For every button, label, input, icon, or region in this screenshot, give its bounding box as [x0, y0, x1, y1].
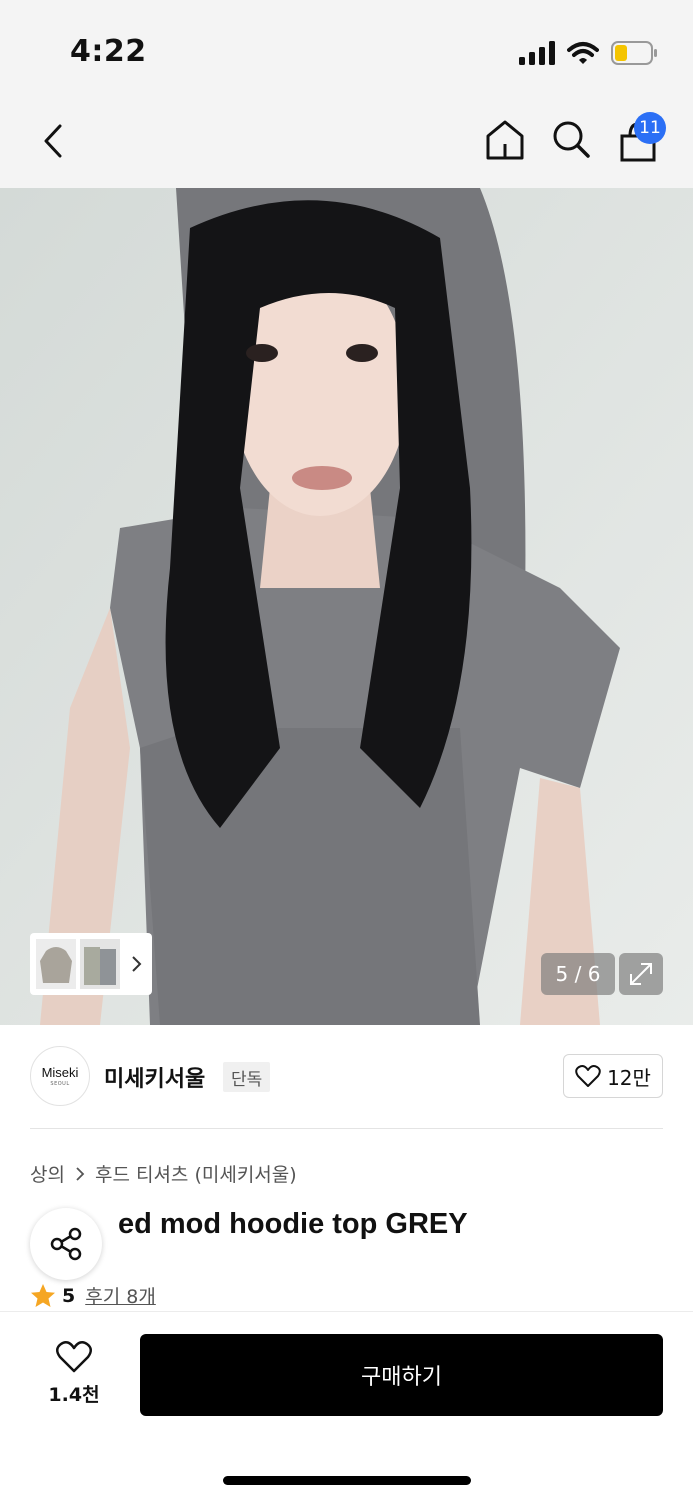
breadcrumb-subcategory[interactable]: 후드 티셔츠 (미세키서울): [95, 1160, 297, 1187]
bottom-action-bar: 1.4천 구매하기: [0, 1311, 693, 1500]
brand-logo[interactable]: Miseki SEOUL: [30, 1046, 90, 1106]
product-image-gallery[interactable]: 5 / 6: [0, 188, 693, 1025]
brand-logo-text: Miseki: [41, 1065, 79, 1080]
brand-logo-subtext: SEOUL: [50, 1081, 70, 1087]
image-page-counter: 5 / 6: [541, 953, 615, 995]
brand-like-button[interactable]: 12만: [563, 1054, 663, 1098]
share-button[interactable]: [30, 1208, 102, 1280]
star-icon: [31, 1283, 55, 1307]
heart-icon: [575, 1065, 601, 1087]
brand-name[interactable]: 미세키서울: [104, 1061, 205, 1093]
expand-icon: [630, 963, 652, 985]
hoodie-thumbnail-image: [36, 939, 76, 989]
product-photo: [0, 188, 693, 1025]
search-icon[interactable]: [550, 118, 592, 162]
share-icon: [50, 1227, 82, 1261]
status-time: 4:22: [70, 34, 147, 69]
status-icons: [519, 40, 659, 66]
buy-button[interactable]: 구매하기: [140, 1334, 663, 1416]
divider: [30, 1128, 663, 1129]
rating-row: 5 후기 8개: [30, 1282, 156, 1309]
nav-bar: 11: [0, 96, 693, 188]
status-bar: 4:22: [0, 0, 693, 96]
chevron-right-icon: [76, 1166, 85, 1181]
expand-image-button[interactable]: [619, 953, 663, 995]
home-indicator: [223, 1476, 471, 1485]
reviews-link[interactable]: 후기 8개: [85, 1282, 156, 1309]
cart-button[interactable]: 11: [616, 112, 666, 164]
home-icon[interactable]: [484, 118, 526, 162]
back-icon[interactable]: [38, 120, 70, 162]
thumbnail-strip[interactable]: [30, 933, 152, 995]
rating-score: 5: [62, 1284, 76, 1307]
breadcrumb: 상의 후드 티셔츠 (미세키서울): [30, 1160, 297, 1187]
chevron-right-icon: [132, 956, 142, 972]
brand-like-count: 12만: [607, 1065, 651, 1090]
wifi-icon: [567, 42, 599, 64]
heart-icon: [56, 1340, 92, 1373]
brand-row: Miseki SEOUL 미세키서울 단독 12만: [30, 1046, 663, 1108]
cart-count-badge: 11: [634, 112, 666, 144]
thumbnail-hoodie-front[interactable]: [36, 939, 76, 989]
product-title-text: ed mod hoodie top GREY: [118, 1208, 468, 1240]
hoodie-colors-thumbnail-image: [80, 939, 120, 989]
wishlist-count: 1.4천: [48, 1384, 100, 1406]
exclusive-badge: 단독: [223, 1062, 271, 1092]
breadcrumb-category[interactable]: 상의: [30, 1160, 65, 1187]
wishlist-button[interactable]: 1.4천: [42, 1340, 106, 1410]
cellular-signal-icon: [519, 41, 555, 65]
battery-icon: [611, 41, 657, 65]
thumbnail-hoodie-colors[interactable]: [80, 939, 120, 989]
